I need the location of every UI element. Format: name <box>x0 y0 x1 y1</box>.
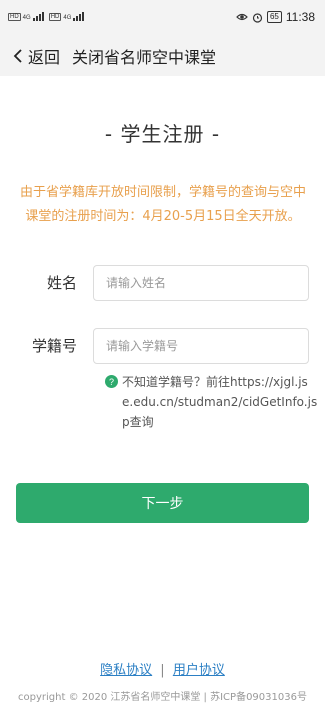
name-row: 姓名 <box>0 265 325 301</box>
signal-indicators: HD 4G HD 4G <box>8 12 85 21</box>
page-title: - 学生注册 - <box>104 122 221 146</box>
network-type-label: 4G <box>22 15 31 21</box>
status-right: 65 11:38 <box>236 10 315 24</box>
clock-time: 11:38 <box>285 10 315 24</box>
name-input[interactable] <box>93 265 309 301</box>
signal-icon-2 <box>73 12 85 21</box>
help-icon: ? <box>105 375 118 388</box>
eye-icon <box>236 13 248 21</box>
user-agreement-link[interactable]: 用户协议 <box>173 663 225 678</box>
student-id-hint[interactable]: 不知道学籍号？前往https://xjgl.jse.edu.cn/studman… <box>122 372 318 432</box>
main-content: - 学生注册 - 由于省学籍库开放时间限制，学籍号的查询与空中课堂的注册时间为：… <box>0 76 325 720</box>
back-button[interactable]: 返回 <box>12 44 60 68</box>
privacy-policy-link[interactable]: 隐私协议 <box>100 663 152 678</box>
nav-bar: 返回 关闭省名师空中课堂 <box>0 36 325 76</box>
footer-links: 隐私协议 | 用户协议 <box>0 659 325 678</box>
copyright-text: copyright © 2020 江苏省名师空中课堂 | 苏ICP备090310… <box>18 692 307 703</box>
student-id-row: 学籍号 <box>0 328 325 364</box>
nav-title[interactable]: 关闭省名师空中课堂 <box>72 44 216 68</box>
student-id-label: 学籍号 <box>31 337 77 355</box>
battery-level: 65 <box>269 12 279 21</box>
battery-icon: 65 <box>266 11 282 23</box>
next-step-button[interactable]: 下一步 <box>16 483 309 523</box>
link-separator: | <box>160 663 165 678</box>
alarm-icon <box>252 12 263 23</box>
status-bar: HD 4G HD 4G 65 11:38 <box>0 0 325 36</box>
hd-badge: HD <box>8 13 21 21</box>
notice-text: 由于省学籍库开放时间限制，学籍号的查询与空中课堂的注册时间为：4月20-5月15… <box>19 185 306 224</box>
back-label: 返回 <box>28 48 61 67</box>
student-id-input[interactable] <box>93 328 309 364</box>
chevron-left-icon <box>13 49 22 63</box>
network-type-label-2: 4G <box>63 15 72 21</box>
name-label: 姓名 <box>46 274 77 292</box>
svg-text:?: ? <box>109 377 114 387</box>
hd-badge-2: HD <box>48 13 62 21</box>
signal-icon <box>32 12 44 21</box>
